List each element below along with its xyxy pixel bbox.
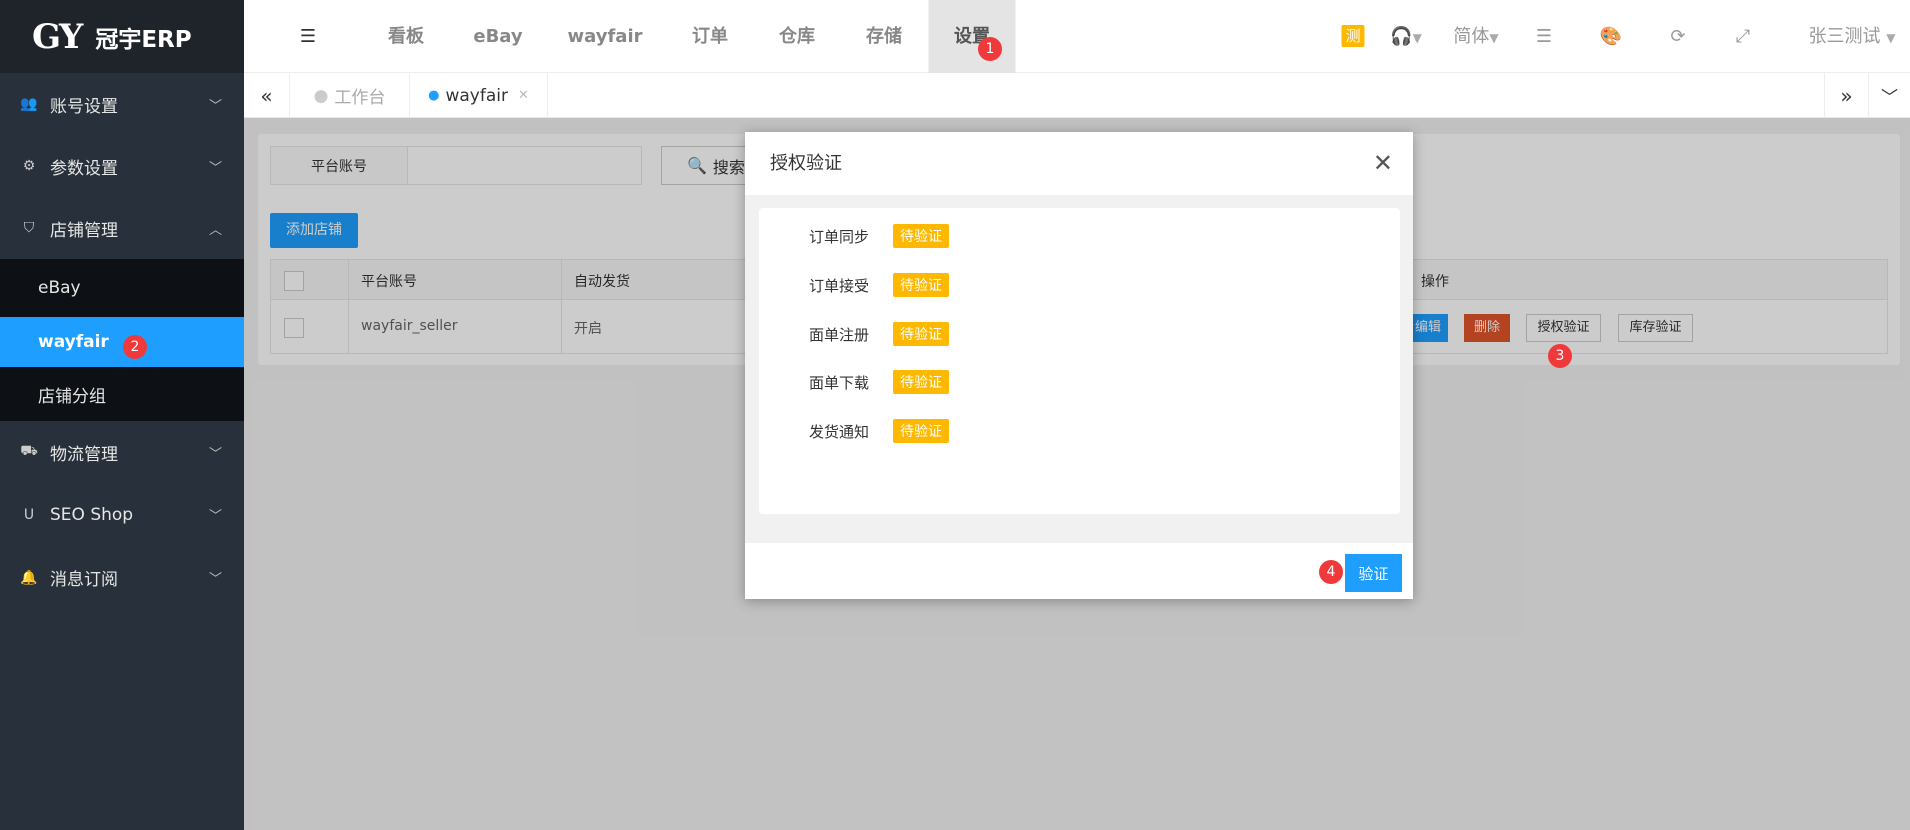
headset-icon[interactable]: 🎧▼ [1390, 0, 1422, 73]
sidebar-item-store-management[interactable]: ⛉ 店铺管理 ︿ [0, 197, 244, 259]
nav-ebay[interactable]: eBay [473, 0, 522, 73]
app-name: 冠宇ERP [95, 26, 192, 53]
test-env-badge: 测 [1341, 25, 1365, 47]
sidebar-item-label: 店铺分组 [38, 386, 106, 407]
sidebar-item-label: 物流管理 [50, 444, 118, 465]
verify-row: 发货通知 待验证 [759, 419, 949, 443]
modal-body: 订单同步 待验证 订单接受 待验证 面单注册 待验证 面单下载 待验证 发货通知 待验证 [759, 208, 1400, 514]
chevron-up-icon: ︿ [208, 222, 222, 238]
shield-icon: ⛉ [23, 220, 35, 236]
row-label: 订单接受 [808, 276, 869, 295]
sidebar-item-label: 参数设置 [50, 158, 118, 179]
nav-orders[interactable]: 订单 [692, 0, 728, 73]
verify-row: 订单同步 待验证 [759, 224, 949, 248]
sidebar-item-account-settings[interactable]: 👥 账号设置 ﹀ [0, 73, 244, 135]
step-marker-3: 3 [1548, 344, 1572, 368]
tab-wayfair[interactable]: ● wayfair ✕ [410, 73, 548, 118]
modal-title: 授权验证 [770, 153, 842, 174]
chevron-down-icon: ﹀ [208, 98, 222, 114]
tabs-scroll-left-icon[interactable]: « [244, 73, 290, 118]
status-badge: 待验证 [893, 370, 949, 394]
fullscreen-icon[interactable]: ⤢ [1736, 0, 1750, 73]
step-marker-2: 2 [123, 335, 147, 359]
row-label: 面单下载 [808, 373, 869, 392]
status-badge: 待验证 [893, 273, 949, 297]
top-bar: ☰ 看板 eBay wayfair 订单 仓库 存储 设置 测 🎧▼ 简体▼ ☰… [244, 0, 1910, 73]
verify-row: 面单下载 待验证 [759, 370, 949, 394]
palette-icon[interactable]: 🎨 [1600, 0, 1622, 73]
users-icon: 👥 [20, 96, 38, 112]
sidebar-item-label: SEO Shop [50, 504, 134, 525]
menu-toggle-icon[interactable]: ☰ [300, 0, 316, 73]
sidebar-item-label: 店铺管理 [50, 220, 118, 241]
close-tab-icon[interactable]: ✕ [518, 88, 529, 103]
chevron-down-icon: ﹀ [208, 160, 222, 176]
row-label: 发货通知 [808, 422, 869, 441]
tab-label: 工作台 [334, 88, 386, 108]
status-badge: 待验证 [893, 419, 949, 443]
sidebar-item-store-group[interactable]: 店铺分组 [0, 367, 244, 421]
sidebar-item-label: 账号设置 [50, 96, 118, 117]
status-badge: 待验证 [893, 322, 949, 346]
user-name: 张三测试 [1808, 26, 1881, 47]
sidebar-item-wayfair[interactable]: wayfair [0, 317, 244, 367]
tabs-menu-chevron-icon[interactable]: ﹀ [1869, 73, 1910, 118]
sidebar-item-seo-shop[interactable]: U SEO Shop ﹀ [0, 483, 244, 546]
logo: GY 冠宇ERP [0, 0, 244, 73]
nav-storage[interactable]: 存储 [866, 0, 902, 73]
row-label: 面单注册 [808, 325, 869, 344]
refresh-icon[interactable]: ⟳ [1670, 0, 1685, 73]
verify-button[interactable]: 验证 [1345, 554, 1402, 592]
nav-dashboard[interactable]: 看板 [388, 0, 424, 73]
truck-icon: ⛟ [20, 443, 38, 459]
sidebar: 👥 账号设置 ﹀ ⚙ 参数设置 ﹀ ⛉ 店铺管理 ︿ eBay wayfair 店铺分组 ⛟… [0, 73, 244, 830]
layout-icon[interactable]: ☰ [1536, 0, 1552, 73]
nav-settings[interactable]: 设置 [928, 0, 1016, 73]
user-menu[interactable]: 张三测试 ▼ [1809, 0, 1896, 73]
chevron-down-icon: ﹀ [208, 446, 222, 462]
verify-row: 订单接受 待验证 [759, 273, 949, 297]
language-select[interactable]: 简体▼ [1453, 0, 1498, 73]
sidebar-item-ebay[interactable]: eBay [0, 259, 244, 317]
chevron-down-icon: ﹀ [208, 509, 222, 524]
step-marker-4: 4 [1319, 560, 1343, 584]
modal-footer: 验证 [745, 543, 1413, 599]
sidebar-item-label: 消息订阅 [50, 570, 118, 590]
sidebar-item-logistics[interactable]: ⛟ 物流管理 ﹀ [0, 421, 244, 483]
step-marker-1: 1 [978, 37, 1002, 61]
dot-icon: ● [313, 85, 329, 106]
row-label: 订单同步 [808, 227, 869, 246]
chevron-down-icon: ﹀ [208, 572, 222, 587]
status-badge: 待验证 [893, 224, 949, 248]
tab-label: wayfair [445, 85, 508, 106]
sidebar-item-label: eBay [38, 278, 81, 298]
modal-header: 授权验证 ✕ [745, 132, 1413, 195]
sidebar-item-label: wayfair [38, 332, 109, 352]
bell-icon: 🔔 [20, 569, 38, 586]
dot-icon: ● [428, 88, 440, 103]
tab-workbench[interactable]: ● 工作台 [290, 73, 410, 118]
gear-icon: ⚙ [22, 158, 36, 174]
tab-bar: « ● 工作台 ● wayfair ✕ » ﹀ [244, 73, 1910, 118]
auth-verify-modal: 授权验证 ✕ 订单同步 待验证 订单接受 待验证 面单注册 待验证 面单下载 待验证 发货… [745, 132, 1413, 599]
tabs-scroll-right-icon[interactable]: » [1824, 73, 1869, 118]
close-icon[interactable]: ✕ [1373, 132, 1393, 195]
sidebar-item-param-settings[interactable]: ⚙ 参数设置 ﹀ [0, 135, 244, 197]
nav-wayfair[interactable]: wayfair [568, 0, 643, 73]
logo-mark: GY [32, 16, 83, 57]
language-label: 简体 [1453, 26, 1490, 47]
sidebar-item-message-subscription[interactable]: 🔔 消息订阅 ﹀ [0, 546, 244, 609]
verify-row: 面单注册 待验证 [759, 322, 949, 346]
magnet-icon: U [23, 506, 35, 523]
nav-warehouse[interactable]: 仓库 [779, 0, 815, 73]
